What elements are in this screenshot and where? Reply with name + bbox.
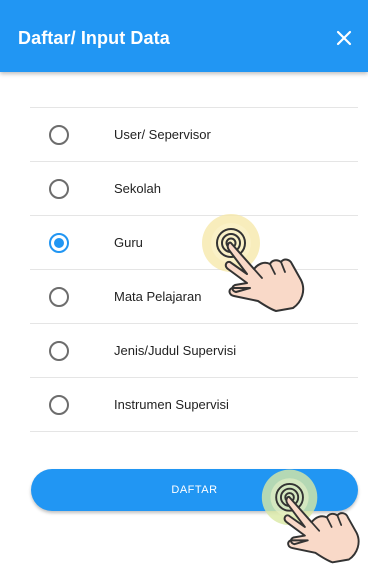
option-instrumen-supervisi[interactable]: Instrumen Supervisi [30, 378, 358, 432]
option-list: User/ Sepervisor Sekolah Guru Mata Pelaj… [30, 107, 358, 432]
option-guru[interactable]: Guru [30, 216, 358, 270]
option-jenis-judul-supervisi[interactable]: Jenis/Judul Supervisi [30, 324, 358, 378]
daftar-button[interactable]: DAFTAR [31, 469, 358, 511]
option-label: Instrumen Supervisi [114, 397, 229, 412]
dialog-title: Daftar/ Input Data [18, 28, 170, 48]
close-icon [336, 30, 352, 46]
option-label: User/ Sepervisor [114, 127, 211, 142]
close-button[interactable] [330, 24, 358, 52]
radio-button[interactable] [49, 287, 69, 307]
option-label: Guru [114, 235, 143, 250]
option-label: Sekolah [114, 181, 161, 196]
radio-button[interactable] [49, 179, 69, 199]
option-label: Jenis/Judul Supervisi [114, 343, 237, 358]
option-user-supervisor[interactable]: User/ Sepervisor [30, 108, 358, 162]
option-mata-pelajaran[interactable]: Mata Pelajaran [30, 270, 358, 324]
option-label: Mata Pelajaran [114, 289, 202, 304]
radio-button[interactable] [49, 395, 69, 415]
radio-button[interactable] [49, 125, 69, 145]
radio-button[interactable] [49, 341, 69, 361]
app-header: Daftar/ Input Data [0, 0, 368, 72]
option-sekolah[interactable]: Sekolah [30, 162, 358, 216]
radio-button-selected[interactable] [49, 233, 69, 253]
